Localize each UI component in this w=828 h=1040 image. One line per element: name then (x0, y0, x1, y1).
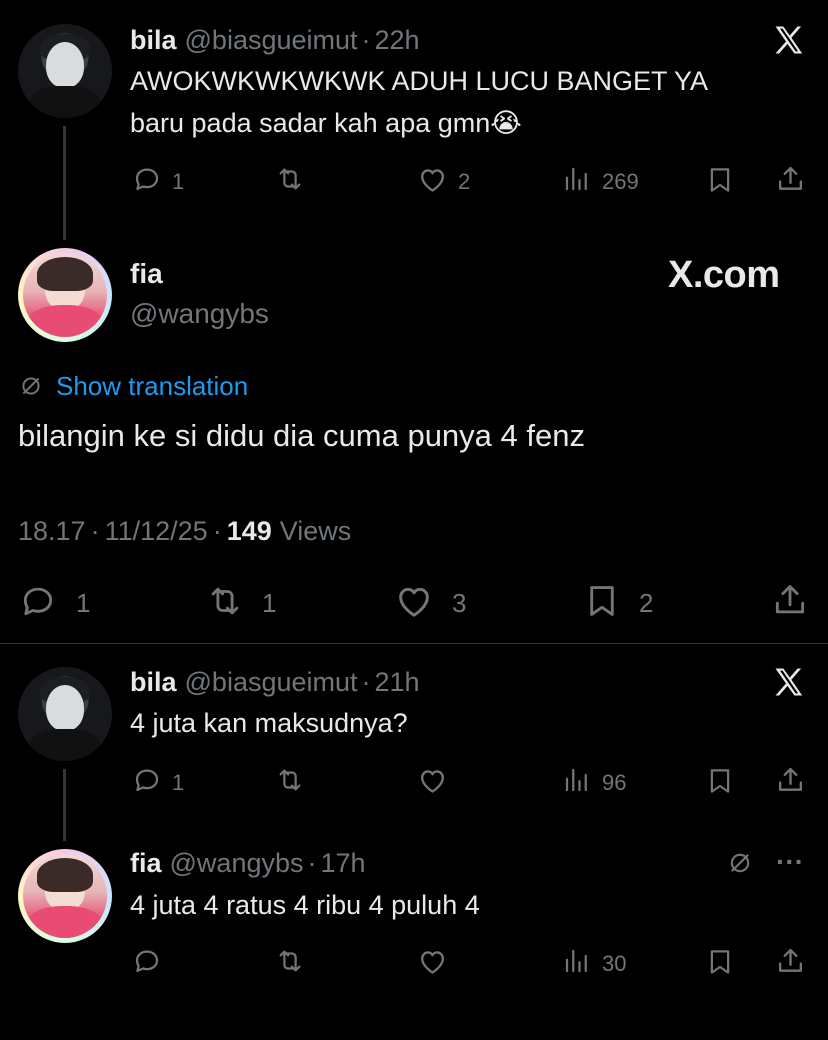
avatar[interactable] (18, 849, 112, 943)
thread-line (63, 126, 66, 240)
display-name[interactable]: fia (130, 258, 163, 290)
views-icon[interactable] (562, 164, 592, 194)
handle[interactable]: @wangybs (130, 298, 269, 330)
retweet-count: 1 (262, 588, 277, 618)
views-count: 269 (602, 169, 639, 194)
thread-line (63, 769, 66, 841)
tweet-meta: 18.17 · 11/12/25 · 149 Views (18, 513, 351, 549)
share-icon[interactable] (775, 163, 806, 195)
separator: · (361, 24, 371, 55)
reply-icon[interactable] (132, 765, 162, 795)
translate-icon[interactable] (726, 849, 754, 877)
avatar-photo (23, 253, 107, 337)
like-icon[interactable] (417, 765, 448, 796)
display-name[interactable]: bila (130, 667, 177, 698)
tweet-text: baru pada sadar kah apa gmn (130, 108, 491, 138)
divider (0, 643, 828, 644)
tweet-text-line-2: baru pada sadar kah apa gmn😭 (130, 108, 522, 139)
display-name[interactable]: fia (130, 848, 162, 879)
tweet-header: bila @biasgueimut · 21h (130, 664, 420, 700)
avatar[interactable] (18, 248, 112, 342)
reply-count: 1 (172, 770, 185, 795)
views-icon[interactable] (562, 946, 592, 976)
avatar-photo (23, 854, 107, 938)
tweet-header: bila @biasgueimut · 22h (130, 22, 420, 58)
tweet-text: 4 juta 4 ratus 4 ribu 4 puluh 4 (130, 890, 480, 920)
reply-icon[interactable] (132, 164, 162, 194)
timestamp[interactable]: 22h (375, 25, 420, 56)
handle[interactable]: @biasgueimut (185, 667, 358, 698)
views-count: 149 (226, 515, 272, 546)
post-date[interactable]: 11/12/25 (105, 516, 208, 547)
avatar-hair (37, 858, 93, 892)
reply-icon[interactable] (19, 582, 57, 620)
separator: · (90, 515, 100, 546)
like-count: 2 (458, 169, 471, 194)
retweet-icon[interactable] (274, 164, 306, 194)
reply-icon[interactable] (132, 946, 162, 976)
reply-count: 1 (172, 169, 185, 194)
avatar-body (30, 729, 100, 761)
separator: · (212, 515, 222, 546)
separator: · (307, 847, 317, 878)
x-logo-icon (770, 664, 808, 700)
share-icon[interactable] (775, 945, 806, 977)
avatar[interactable] (18, 24, 112, 118)
bookmark-icon[interactable] (705, 946, 735, 978)
tweet-header: fia @wangybs · 17h (130, 845, 366, 881)
translate-icon[interactable] (18, 373, 44, 399)
separator: · (361, 666, 371, 697)
views-count: 96 (602, 770, 627, 795)
bookmark-icon[interactable] (705, 765, 735, 797)
handle[interactable]: @wangybs (170, 848, 304, 879)
like-count: 3 (452, 588, 467, 618)
like-icon[interactable] (417, 164, 448, 195)
reply-count: 1 (76, 588, 91, 618)
post-time[interactable]: 18.17 (18, 516, 86, 547)
avatar-body (30, 86, 100, 118)
x-logo-icon (770, 22, 808, 58)
retweet-icon[interactable] (274, 946, 306, 976)
avatar-hoodie (27, 305, 103, 337)
brand-watermark: X.com (668, 254, 780, 296)
avatar-hair (37, 257, 93, 291)
retweet-icon[interactable] (203, 582, 247, 620)
timestamp[interactable]: 21h (375, 667, 420, 698)
like-icon[interactable] (394, 581, 434, 621)
bookmark-count: 2 (639, 588, 654, 618)
tweet-text: bilangin ke si didu dia cuma punya 4 fen… (18, 418, 585, 453)
crying-emoji-icon: 😭 (490, 108, 522, 138)
retweet-icon[interactable] (274, 765, 306, 795)
views-count: 30 (602, 951, 627, 976)
more-options-icon[interactable]: ··· (776, 846, 804, 878)
share-icon[interactable] (771, 580, 809, 620)
like-icon[interactable] (417, 946, 448, 977)
handle[interactable]: @biasgueimut (185, 25, 358, 56)
display-name[interactable]: bila (130, 25, 177, 56)
views-icon[interactable] (562, 765, 592, 795)
avatar-face (46, 685, 84, 731)
views-label: Views (279, 515, 352, 546)
avatar[interactable] (18, 667, 112, 761)
bookmark-icon[interactable] (705, 164, 735, 196)
bookmark-icon[interactable] (583, 581, 621, 621)
show-translation-link[interactable]: Show translation (56, 371, 248, 402)
timestamp[interactable]: 17h (321, 848, 366, 879)
avatar-face (46, 42, 84, 88)
tweet-text-line-1: AWOKWKWKWKWK ADUH LUCU BANGET YA (130, 66, 709, 96)
share-icon[interactable] (775, 764, 806, 796)
avatar-hoodie (27, 906, 103, 938)
tweet-text: 4 juta kan maksudnya? (130, 708, 408, 738)
